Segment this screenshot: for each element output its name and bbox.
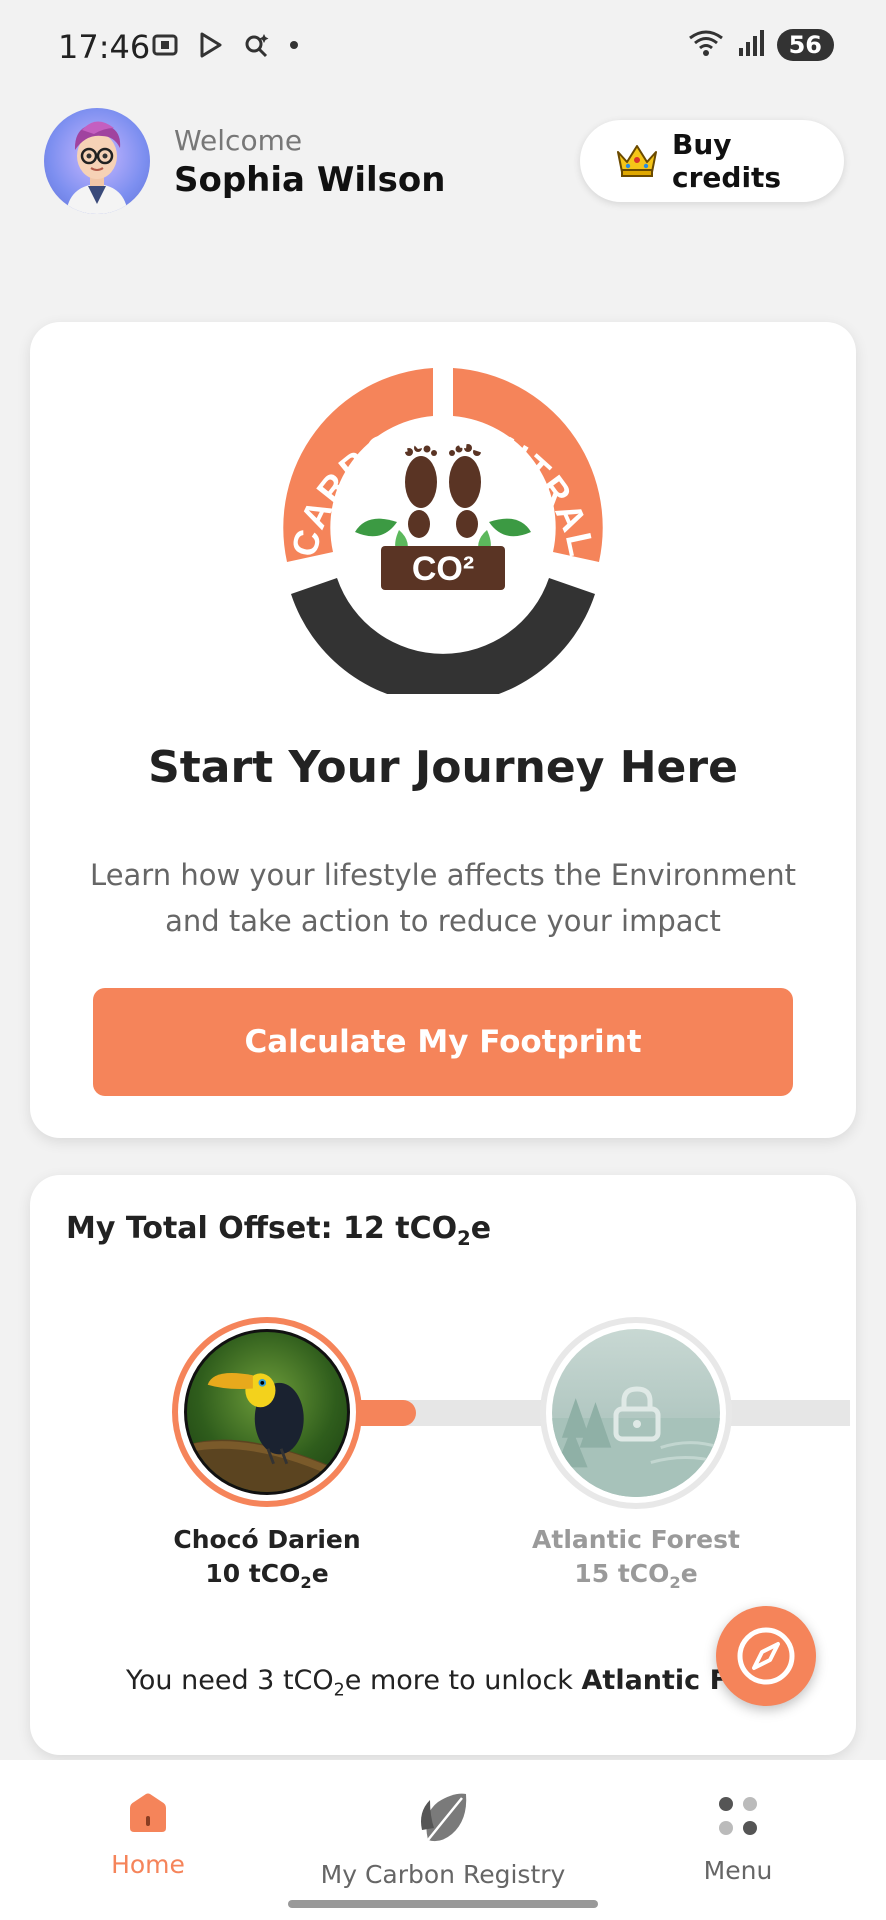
status-notification-icons [150,30,300,62]
grid-dots-icon [719,1797,757,1835]
atlantic-forest-image [552,1329,720,1497]
dot-indicator-icon [288,30,300,62]
project-name-choco-darien: Chocó Darien [173,1525,361,1554]
leaf-icon [421,1793,467,1842]
project-value-atlantic-forest-sub: 2 [669,1573,681,1592]
nav-carbon-registry-label: My Carbon Registry [320,1860,566,1889]
explore-fab-button[interactable] [716,1606,816,1706]
unlock-prefix: You need 3 tCO [126,1665,334,1696]
unlock-middle: e more to unlock [344,1665,582,1696]
journey-card: CO² CARBON NEUTRAL PRODUCTION Start Your… [30,322,856,1138]
project-value-atlantic-forest-prefix: 15 tCO [574,1559,670,1588]
nav-menu[interactable]: Menu [688,1790,788,1885]
compass-icon [737,1627,795,1685]
user-name: Sophia Wilson [174,160,446,200]
project-value-atlantic-forest: 15 tCO2e [506,1559,766,1592]
status-time: 17:46 [58,28,151,66]
total-offset-title-sub: 2 [457,1227,471,1250]
lock-icon [613,1386,661,1442]
signal-icon [737,28,765,62]
battery-indicator: 56 [776,29,834,61]
toucan-image [184,1329,350,1495]
bottom-navigation: Home My Carbon Registry Menu [0,1760,886,1920]
project-value-choco-darien: 10 tCO2e [137,1559,397,1592]
nav-home-label: Home [111,1850,185,1879]
total-offset-title: My Total Offset: 12 tCO2e [66,1211,491,1250]
crown-icon [614,140,660,182]
project-value-choco-darien-sub: 2 [300,1573,312,1592]
nav-carbon-registry[interactable]: My Carbon Registry [318,1790,568,1889]
play-store-icon [196,30,228,62]
buy-credits-label: Buy credits [672,128,782,194]
journey-title: Start Your Journey Here [148,742,738,793]
project-name-atlantic-forest: Atlantic Forest [532,1525,740,1554]
wifi-icon [687,28,725,62]
project-choco-darien[interactable] [172,1317,362,1507]
project-value-choco-darien-suffix: e [311,1559,329,1588]
screenshot-icon [150,30,182,62]
total-offset-title-suffix: e [470,1211,492,1246]
welcome-label: Welcome [174,124,303,157]
buy-credits-button[interactable]: Buy credits [580,120,844,202]
total-offset-title-prefix: My Total Offset: 12 tCO [66,1211,458,1246]
project-value-choco-darien-prefix: 10 tCO [205,1559,301,1588]
badge-co2: CO² [412,550,474,588]
assistant-icon [242,30,274,62]
nav-menu-label: Menu [703,1856,773,1885]
calculate-footprint-button[interactable]: Calculate My Footprint [93,988,793,1096]
nav-home[interactable]: Home [88,1790,208,1879]
status-bar: 17:46 56 [0,0,886,96]
journey-description: Learn how your lifestyle affects the Env… [90,858,796,938]
carbon-neutral-badge: CO² CARBON NEUTRAL PRODUCTION [283,368,603,694]
unlock-sub: 2 [333,1680,345,1701]
home-icon [130,1793,166,1832]
avatar[interactable] [44,108,150,214]
gesture-bar [288,1900,598,1908]
project-value-atlantic-forest-suffix: e [680,1559,698,1588]
avatar-illustration [66,121,128,214]
unlock-message: You need 3 tCO2e more to unlock Atlantic… [126,1665,793,1700]
status-system-icons: 56 [687,28,834,62]
project-atlantic-forest[interactable] [540,1317,732,1509]
